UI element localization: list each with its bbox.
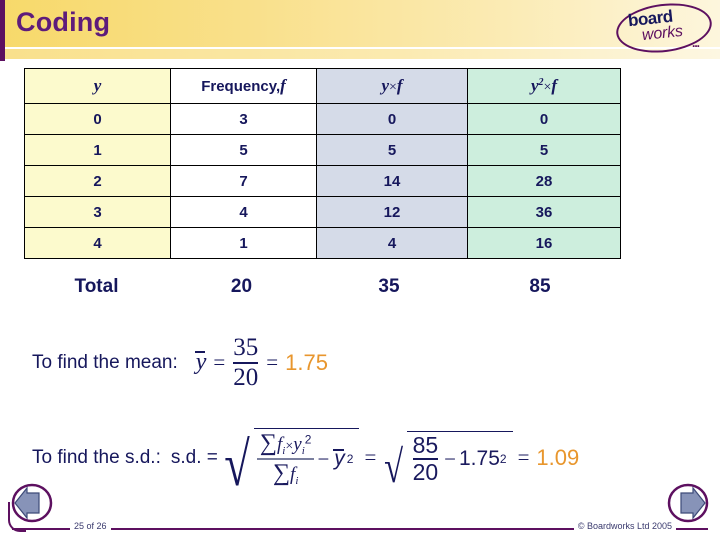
mean-equals-first: = <box>213 350 226 374</box>
sd-sigma-fraction: ∑fi×yi2 ∑fi <box>256 431 315 487</box>
totals-yf: 35 <box>378 276 400 297</box>
sd-numerator-y-exponent: 2 <box>304 432 312 447</box>
cell-y: 3 <box>24 196 171 228</box>
mean-numerator: 35 <box>233 334 259 361</box>
header-y-symbol: y <box>93 76 102 95</box>
cell-f: 4 <box>170 196 317 228</box>
cell-f: 5 <box>170 134 317 166</box>
header-y2f-f: f <box>551 76 558 95</box>
cell-f: 3 <box>170 103 317 135</box>
mean-calculation-line: To find the mean: y = 35 20 = 1.75 <box>32 335 328 390</box>
mean-fraction: 35 20 <box>230 335 261 390</box>
page-title: Coding <box>16 7 111 37</box>
sd-numeric-numerator: 85 <box>412 431 439 458</box>
header-frequency-symbol: f <box>280 76 286 95</box>
sd-numeric-radicand: 85 20 − 1.75 2 <box>406 430 513 486</box>
sd-main-radical: √ ∑fi×yi2 ∑fi − y2 <box>220 428 360 499</box>
cell-y: 0 <box>24 103 171 135</box>
cell-y2f: 28 <box>467 165 621 197</box>
table-row: 2 7 14 28 <box>24 165 621 197</box>
table-header-row: y Frequency,f y×f y2×f <box>24 68 621 104</box>
cell-y: 1 <box>24 134 171 166</box>
header-yf-f: f <box>396 76 403 95</box>
sd-radical-sign-icon: √ <box>224 430 250 499</box>
sd-ybar-exponent: 2 <box>346 452 354 467</box>
copyright-notice: © Boardworks Ltd 2005 <box>573 521 676 531</box>
sd-numeric-minus-operator: − <box>444 446 456 471</box>
header-stripe <box>0 49 720 59</box>
sd-result-value: 1.09 <box>536 444 580 470</box>
page-indicator: 25 of 26 <box>70 521 111 531</box>
mean-result-value: 1.75 <box>285 349 328 375</box>
totals-row: Total 20 35 85 <box>24 276 616 298</box>
sd-mean-value: 1.75 <box>459 447 500 471</box>
sd-numerator-expression: ∑fi×yi2 <box>257 431 315 457</box>
mean-equation: y = 35 20 = 1.75 <box>178 335 328 390</box>
header-frequency-text: Frequency, <box>201 78 281 95</box>
previous-slide-button[interactable] <box>8 482 56 524</box>
column-header-y-times-f: y×f <box>316 68 468 104</box>
cell-y: 2 <box>24 165 171 197</box>
table-row: 4 1 4 16 <box>24 227 621 259</box>
column-header-frequency: Frequency,f <box>170 68 317 104</box>
cell-yf: 14 <box>316 165 468 197</box>
sd-numeric-fraction: 85 20 <box>410 431 442 486</box>
sd-calculation-line: To find the s.d.: s.d. = √ ∑fi×yi2 ∑fi −… <box>32 428 580 499</box>
cell-y2f: 5 <box>467 134 621 166</box>
sd-equals-first: = <box>364 445 377 470</box>
cell-y2f: 0 <box>467 103 621 135</box>
column-header-y: y <box>24 68 171 104</box>
arrow-left-icon <box>11 483 53 523</box>
arrow-right-icon <box>667 483 709 523</box>
column-header-y-squared-times-f: y2×f <box>467 68 621 104</box>
sd-numerator-y: y <box>293 434 302 455</box>
sd-equation-label: s.d. = <box>170 446 218 468</box>
sd-ybar-symbol: y <box>333 447 345 471</box>
sd-numeric-denominator: 20 <box>412 459 439 486</box>
cell-f: 7 <box>170 165 317 197</box>
cell-y2f: 36 <box>467 196 621 228</box>
logo-dots-icon: ... <box>692 36 700 50</box>
sd-numeric-radical: √ 85 20 − 1.75 2 <box>381 430 513 492</box>
cell-f: 1 <box>170 227 317 259</box>
next-slide-button[interactable] <box>664 482 712 524</box>
cell-y: 4 <box>24 227 171 259</box>
left-accent-bar <box>0 0 5 61</box>
header-yf-operator: × <box>388 80 397 95</box>
sd-numerator-sigma-icon: ∑ <box>259 430 277 456</box>
header-yf-y: y <box>381 76 389 95</box>
totals-y2f: 85 <box>529 276 551 297</box>
sd-minus-operator: − <box>317 446 330 471</box>
totals-f: 20 <box>230 276 253 297</box>
table-row: 0 3 0 0 <box>24 103 621 135</box>
cell-y2f: 16 <box>467 227 621 259</box>
cell-yf: 5 <box>316 134 468 166</box>
mean-prompt-label: To find the mean: <box>32 351 178 373</box>
cell-yf: 0 <box>316 103 468 135</box>
boardworks-logo: board works ... <box>612 0 715 58</box>
sd-equals-second: = <box>517 445 530 470</box>
sd-numeric-radical-sign-icon: √ <box>384 440 404 492</box>
sd-radicand: ∑fi×yi2 ∑fi − y2 <box>253 428 360 487</box>
sd-prompt-label: To find the s.d.: <box>32 446 161 468</box>
frequency-table: y Frequency,f y×f y2×f 0 3 0 0 1 5 5 5 2… <box>24 68 621 259</box>
mean-ybar-symbol: y <box>194 349 207 375</box>
table-row: 1 5 5 5 <box>24 134 621 166</box>
mean-equals-second: = <box>266 350 279 374</box>
table-row: 3 4 12 36 <box>24 196 621 228</box>
totals-label: Total <box>74 276 119 297</box>
sd-denominator-f-subscript: i <box>295 475 299 488</box>
sd-denominator-expression: ∑fi <box>270 461 301 487</box>
mean-denominator: 20 <box>233 363 259 391</box>
cell-yf: 4 <box>316 227 468 259</box>
cell-yf: 12 <box>316 196 468 228</box>
sd-mean-value-exponent: 2 <box>499 452 507 467</box>
sd-denominator-sigma-icon: ∑ <box>272 459 291 486</box>
